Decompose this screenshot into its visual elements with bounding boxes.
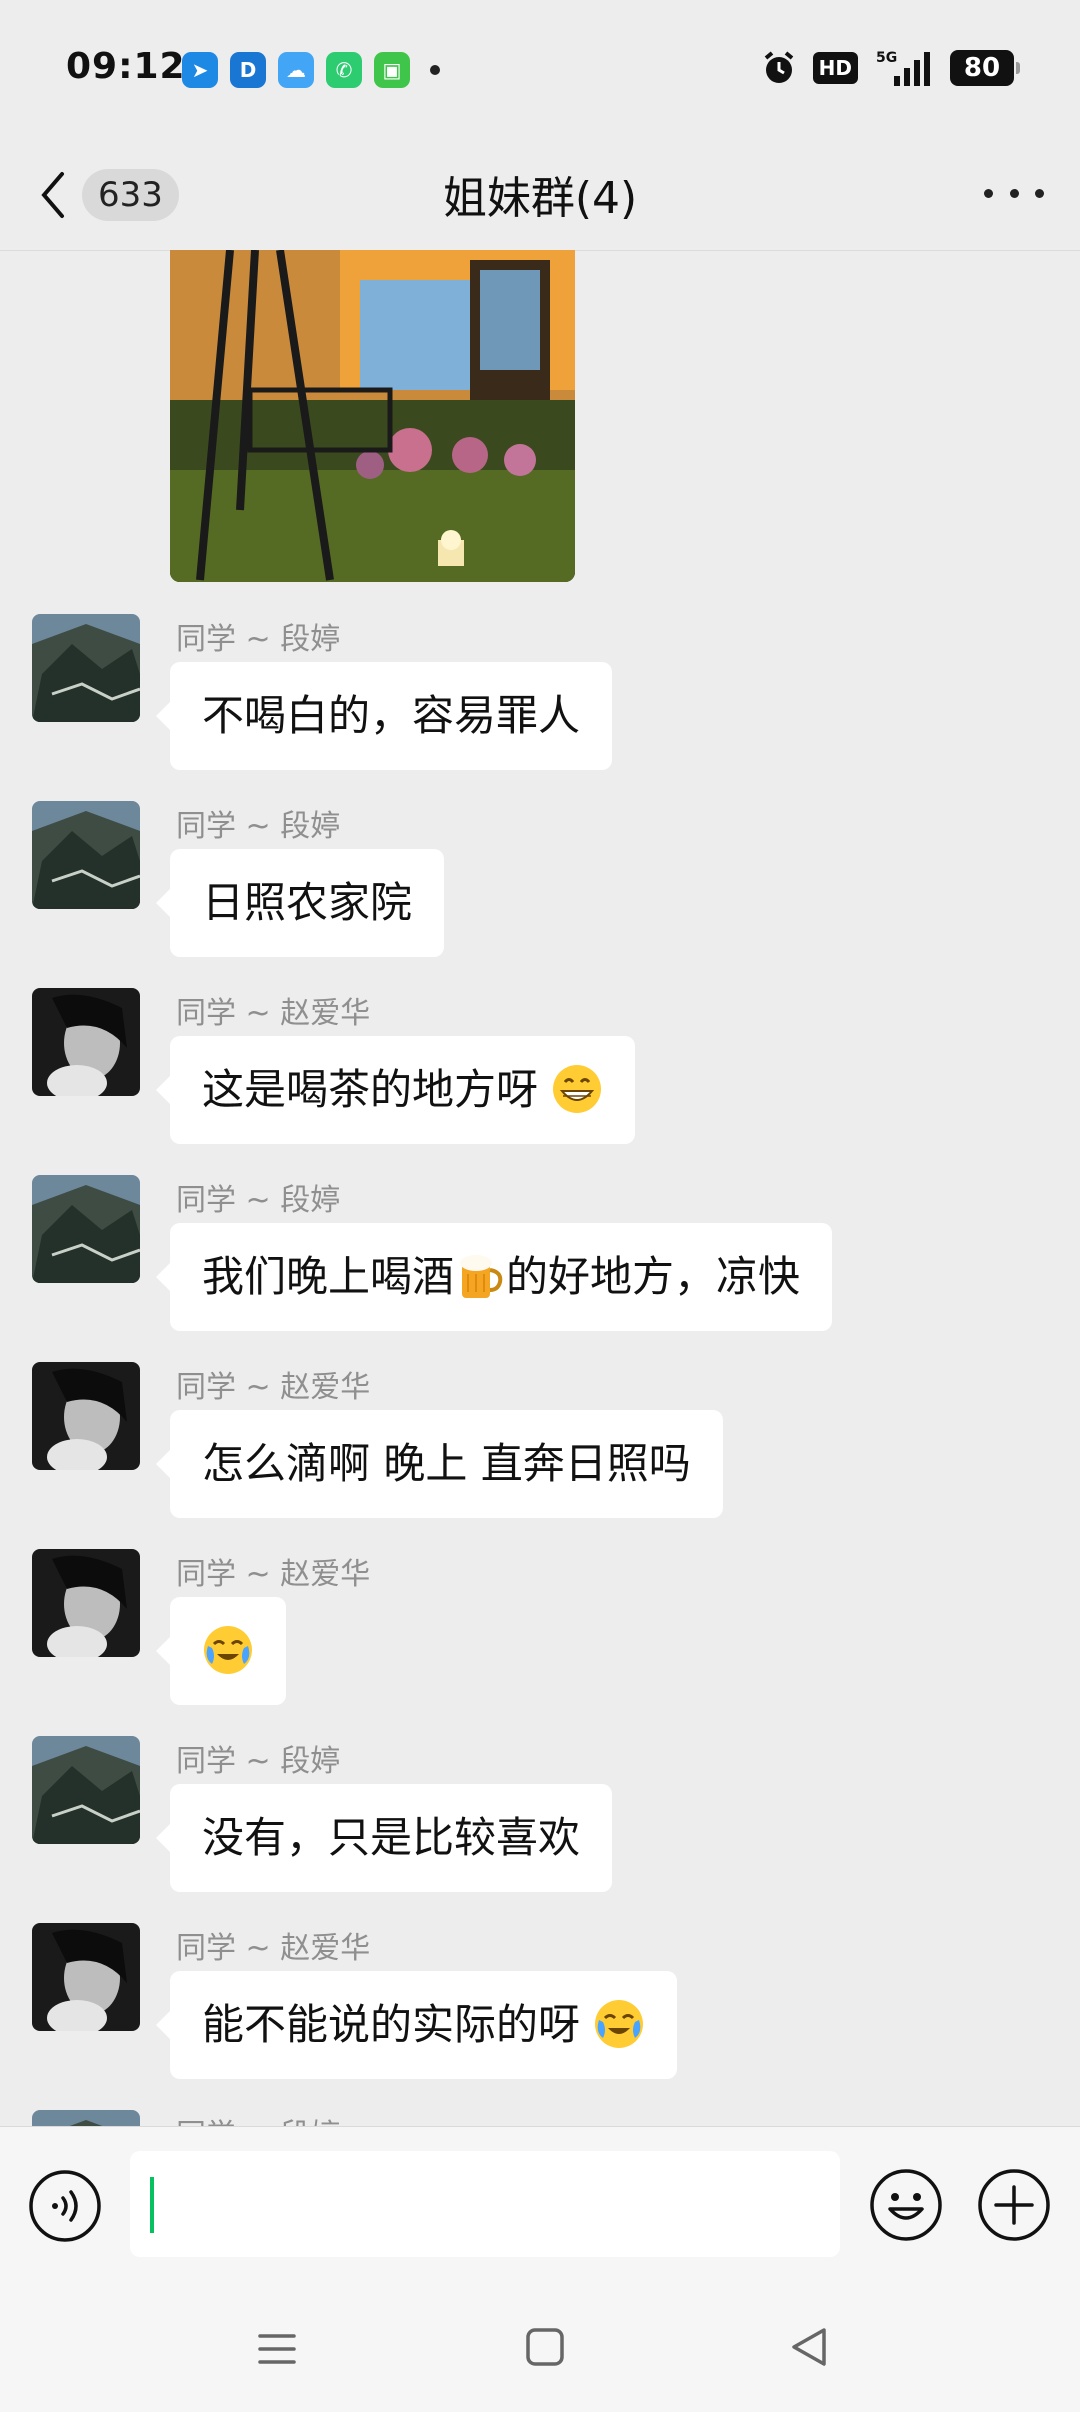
status-time: 09:12 — [66, 46, 186, 87]
tree-avatar-icon — [32, 2110, 140, 2126]
sender-name: 同学 ~ 赵爱华 — [176, 996, 371, 1031]
menu-icon — [258, 2334, 296, 2364]
avatar-duanting[interactable] — [32, 1175, 140, 1283]
back-triangle-icon — [792, 2328, 826, 2366]
laugh-cry-emoji-icon — [204, 1625, 252, 1674]
more-notifications-dot-icon — [430, 65, 440, 75]
recent-apps-button[interactable] — [254, 2326, 300, 2372]
shared-photo[interactable] — [170, 250, 575, 582]
message-row: 同学 ~ 赵爱华 这是喝茶的地方呀 — [0, 988, 1080, 1158]
sender-name: 同学 ~ 赵爱华 — [176, 1931, 371, 1966]
avatar-duanting[interactable] — [32, 1736, 140, 1844]
message-text: 怎么滴啊 晚上 直奔日照吗 — [202, 1439, 691, 1488]
avatar-zhaoaihua[interactable] — [32, 1362, 140, 1470]
more-options-button[interactable] — [984, 168, 1044, 218]
message-bubble[interactable]: 我们晚上喝酒 的好地方，凉快 — [155, 1223, 833, 1331]
message-bubble[interactable]: 日照农家院 — [155, 849, 445, 957]
tree-avatar-icon — [32, 801, 140, 909]
status-bar: 09:12 ➤ D ☁ ✆ ▣ HD 5G 80 — [0, 0, 1080, 140]
message-text: 这是喝茶的地方呀 — [202, 1065, 539, 1114]
d-app-icon: D — [230, 52, 266, 88]
message-text: 的好地方，凉快 — [506, 1252, 801, 1301]
avatar-zhaoaihua[interactable] — [32, 1549, 140, 1657]
sender-name: 同学 ~ 段婷 — [176, 622, 341, 657]
chat-header: 633 姐妹群(4) — [0, 140, 1080, 251]
message-text: 没有，只是比较喜欢 — [202, 1813, 581, 1862]
sender-name: 同学 ~ 段婷 — [176, 1744, 341, 1779]
network-label: 5G — [876, 50, 897, 66]
status-right: HD 5G 80 — [761, 48, 1020, 88]
message-row: 同学 ~ 段婷 没有，只是比较喜欢 — [0, 1736, 1080, 1906]
alarm-icon — [764, 51, 793, 83]
beer-emoji-icon — [460, 1254, 503, 1298]
avatar-duanting[interactable] — [32, 2110, 140, 2126]
input-bar — [0, 2126, 1080, 2287]
hd-badge: HD — [812, 52, 858, 84]
bird-app-icon: ➤ — [182, 52, 218, 88]
woman-avatar-icon — [32, 1923, 140, 2031]
message-bubble[interactable] — [156, 1597, 286, 1705]
battery-icon: 80 — [950, 50, 1020, 86]
weather-app-icon: ☁ — [278, 52, 314, 88]
message-text: 不喝白的，容易罪人 — [202, 691, 581, 740]
message-row-partial: 同学 ~ 段婷 — [0, 2110, 1080, 2126]
message-text: 日照农家院 — [202, 878, 413, 927]
avatar-duanting[interactable] — [32, 801, 140, 909]
emoji-button[interactable] — [868, 2167, 944, 2243]
system-navigation-bar — [0, 2286, 1080, 2412]
garden-swing-photo — [170, 250, 575, 582]
sender-name: 同学 ~ 赵爱华 — [176, 1557, 371, 1592]
more-dot-icon — [1009, 188, 1019, 198]
tree-avatar-icon — [32, 614, 140, 722]
message-row: 同学 ~ 赵爱华 能不能说的实际的呀 — [0, 1923, 1080, 2093]
message-row: 同学 ~ 赵爱华 — [0, 1549, 1080, 1719]
laugh-cry-emoji-icon — [595, 1999, 644, 2048]
message-bubble[interactable]: 没有，只是比较喜欢 — [155, 1784, 613, 1892]
tree-avatar-icon — [32, 1175, 140, 1283]
grin-emoji-icon — [553, 1064, 602, 1113]
home-button[interactable] — [522, 2324, 568, 2370]
woman-avatar-icon — [32, 988, 140, 1096]
message-text: 能不能说的实际的呀 — [202, 2000, 581, 2049]
message-bubble[interactable]: 能不能说的实际的呀 — [155, 1971, 678, 2079]
message-row: 同学 ~ 段婷 我们晚上喝酒 的好地方，凉快 — [0, 1175, 1080, 1345]
notification-icons: ➤ D ☁ ✆ ▣ — [182, 52, 440, 88]
plus-icon — [978, 2169, 1050, 2241]
avatar-zhaoaihua[interactable] — [32, 988, 140, 1096]
store-app-icon: ▣ — [374, 52, 410, 88]
tree-avatar-icon — [32, 1736, 140, 1844]
home-square-icon — [526, 2328, 564, 2366]
chat-message-list[interactable]: 同学 ~ 段婷 不喝白的，容易罪人 同学 ~ 段婷 日照农家院 同学 ~ 赵爱华… — [0, 250, 1080, 2126]
voice-input-button[interactable] — [28, 2169, 102, 2243]
battery-level: 80 — [963, 53, 1001, 83]
sender-name: 同学 ~ 段婷 — [176, 1183, 341, 1218]
voice-icon — [29, 2170, 101, 2242]
page-title: 姐妹群(4) — [442, 173, 638, 224]
message-bubble[interactable]: 怎么滴啊 晚上 直奔日照吗 — [156, 1410, 723, 1518]
more-dot-icon — [984, 188, 993, 198]
woman-avatar-icon — [32, 1549, 140, 1657]
message-row: 同学 ~ 赵爱华 怎么滴啊 晚上 直奔日照吗 — [0, 1362, 1080, 1532]
avatar-duanting[interactable] — [32, 614, 140, 722]
signal-icon: 5G — [876, 50, 930, 86]
message-row: 同学 ~ 段婷 不喝白的，容易罪人 — [0, 614, 1080, 784]
more-functions-button[interactable] — [976, 2167, 1052, 2243]
message-bubble[interactable]: 这是喝茶的地方呀 — [155, 1036, 636, 1144]
system-back-button[interactable] — [786, 2324, 832, 2370]
woman-avatar-icon — [32, 1362, 140, 1470]
message-input[interactable] — [130, 2151, 840, 2257]
sender-name: 同学 ~ 段婷 — [176, 2110, 340, 2126]
more-dot-icon — [1035, 188, 1044, 198]
text-cursor — [150, 2177, 154, 2233]
message-row: 同学 ~ 段婷 日照农家院 — [0, 801, 1080, 971]
avatar-zhaoaihua[interactable] — [32, 1923, 140, 2031]
sender-name: 同学 ~ 段婷 — [176, 809, 341, 844]
sender-name: 同学 ~ 赵爱华 — [176, 1370, 371, 1405]
smiley-icon — [870, 2169, 942, 2241]
message-bubble[interactable]: 不喝白的，容易罪人 — [155, 662, 613, 770]
phone-app-icon: ✆ — [326, 52, 362, 88]
message-text: 我们晚上喝酒 — [202, 1252, 455, 1301]
